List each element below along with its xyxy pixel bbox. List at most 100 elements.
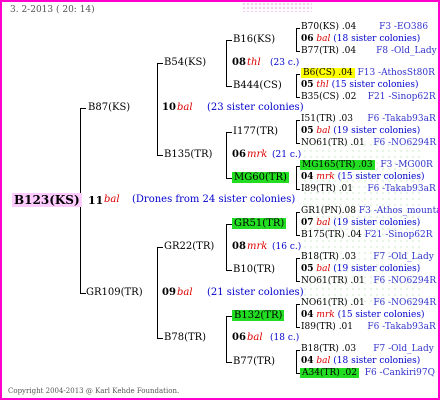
connector — [157, 247, 158, 339]
gen4-entry[interactable]: NO61(TR) .01 F6 -NO6294R — [301, 139, 436, 148]
connector — [296, 143, 300, 144]
gen3-queen[interactable]: B10(TR) — [233, 265, 275, 275]
gen4-entry[interactable]: GR1(PN).08 F3 -Athos_mountain06Q — [301, 207, 438, 216]
connector — [296, 74, 300, 75]
connector — [157, 63, 158, 156]
gen1-queen[interactable]: GR109(TR) — [86, 288, 143, 298]
connector — [296, 212, 297, 236]
gen2-generation: 06 — [232, 149, 246, 160]
connector — [296, 74, 297, 98]
gen2-generation: 06 — [232, 332, 246, 343]
gen2-year: bal — [247, 332, 263, 343]
gen1-note: (23 sister colonies) — [207, 102, 304, 113]
connector — [157, 247, 163, 248]
connector — [296, 28, 300, 29]
gen2-year: thl — [247, 57, 261, 68]
gen4-entry[interactable]: B18(TR) .03 F7 -Old_Lady — [301, 345, 434, 354]
connector — [80, 108, 86, 109]
gen4-entry[interactable]: I89(TR) .01 F6 -Takab93aR — [301, 185, 436, 194]
connector — [296, 189, 300, 190]
gen1-year: bal — [177, 287, 193, 298]
root-note: (Drones from 24 sister colonies) — [132, 194, 296, 205]
connector — [296, 120, 300, 121]
connector — [296, 28, 297, 52]
gen3-queen[interactable]: B77(TR) — [233, 357, 275, 367]
gen4-entry[interactable]: B77(TR) .04 F8 -Old_Lady — [301, 47, 437, 56]
gen4-entry[interactable]: NO61(TR) .01 F6 -NO6294R — [301, 277, 436, 286]
gen4-entry[interactable]: B6(CS) .04 F13 -AthosSt80R — [301, 68, 435, 78]
gen4-entry[interactable]: NO61(TR) .01 F6 -NO6294R — [301, 299, 436, 308]
gen2-note: (21 c.) — [272, 150, 302, 160]
copyright: Copyright 2004-2013 @ Karl Kehde Foundat… — [8, 387, 180, 395]
root-queen[interactable]: B123(KS) — [12, 193, 82, 207]
connector — [226, 132, 227, 179]
gen3-info: 07 bal (19 sister colonies) — [301, 218, 421, 228]
gen2-generation: 08 — [232, 57, 246, 68]
connector — [226, 270, 232, 271]
gen2-year: mrk — [247, 241, 268, 252]
connector — [296, 120, 297, 144]
connector — [296, 350, 297, 374]
root-year: bal — [104, 194, 120, 205]
connector — [226, 86, 232, 87]
gen4-entry[interactable]: B70(KS) .04 F3 -EO386 — [301, 23, 428, 32]
date-stamp: 3. 2-2013 ( 20: 14) — [10, 5, 95, 15]
connector — [296, 258, 297, 282]
gen3-queen[interactable]: B444(CS) — [233, 81, 282, 91]
connector — [296, 97, 300, 98]
gen1-generation: 10 — [162, 102, 176, 113]
connector — [296, 51, 300, 52]
gen2-note: (16 c.) — [272, 242, 302, 252]
gen2-note: (23 c.) — [270, 58, 300, 68]
gen3-info: 04 mrk (15 sister colonies) — [301, 310, 425, 320]
connector — [296, 212, 300, 213]
connector — [296, 304, 300, 305]
root-generation: 11 — [88, 194, 104, 207]
connector — [296, 258, 300, 259]
gen3-queen[interactable]: GR51(TR) — [232, 218, 287, 229]
gen2-queen[interactable]: B135(TR) — [164, 150, 212, 160]
connector — [296, 281, 300, 282]
gen1-queen[interactable]: B87(KS) — [88, 103, 130, 113]
gen3-info: 04 bal (18 sister colonies) — [301, 356, 421, 366]
gen2-year: mrk — [247, 149, 268, 160]
gen1-note: (21 sister colonies) — [207, 287, 304, 298]
gen1-generation: 09 — [162, 287, 176, 298]
connector — [296, 235, 300, 236]
connector — [296, 304, 297, 328]
gen3-info: 06 bal (18 sister colonies) — [301, 34, 421, 44]
connector — [226, 40, 227, 87]
gen1-year: bal — [177, 102, 193, 113]
connector — [157, 155, 163, 156]
connector — [157, 338, 163, 339]
gen3-info: 05 bal (19 sister colonies) — [301, 126, 421, 136]
gen3-info: 05 thl (15 sister colonies) — [301, 80, 419, 90]
gen3-queen[interactable]: B16(KS) — [233, 35, 275, 45]
connector — [226, 132, 232, 133]
connector — [157, 63, 163, 64]
watermark-top — [242, 2, 312, 12]
gen3-queen[interactable]: I177(TR) — [233, 127, 278, 137]
gen4-entry[interactable]: B18(TR) .03 F7 -Old_Lady — [301, 253, 434, 262]
connector — [226, 40, 232, 41]
gen4-entry[interactable]: I51(TR) .03 F6 -Takab93aR — [301, 115, 436, 124]
pedigree-frame: 3. 2-2013 ( 20: 14) B123(KS) 11 bal (Dro… — [0, 0, 440, 400]
gen2-note: (18 c.) — [270, 333, 300, 343]
gen4-entry[interactable]: B175(TR) .04 F21 -Sinop62R — [301, 231, 433, 240]
gen3-queen[interactable]: B132(TR) — [232, 310, 285, 321]
gen2-queen[interactable]: B78(TR) — [164, 333, 206, 343]
gen2-queen[interactable]: GR22(TR) — [164, 242, 214, 252]
gen3-info: 05 bal (19 sister colonies) — [301, 264, 421, 274]
gen4-entry[interactable]: B35(CS) .02 F21 -Sinop62R — [301, 93, 436, 102]
gen4-entry[interactable]: MG165(TR) .03 F3 -MG00R — [300, 160, 433, 170]
gen3-info: 04 mrk (15 sister colonies) — [301, 172, 425, 182]
gen3-queen[interactable]: MG60(TR) — [232, 172, 289, 183]
connector — [226, 362, 232, 363]
gen2-generation: 08 — [232, 241, 246, 252]
gen4-entry[interactable]: A34(TR) .02 F6 -Cankiri97Q — [300, 368, 435, 378]
gen2-queen[interactable]: B54(KS) — [164, 58, 206, 68]
gen4-entry[interactable]: I89(TR) .01 F6 -Takab93aR — [301, 323, 436, 332]
connector — [226, 316, 227, 363]
connector — [296, 166, 297, 190]
connector — [226, 224, 227, 271]
